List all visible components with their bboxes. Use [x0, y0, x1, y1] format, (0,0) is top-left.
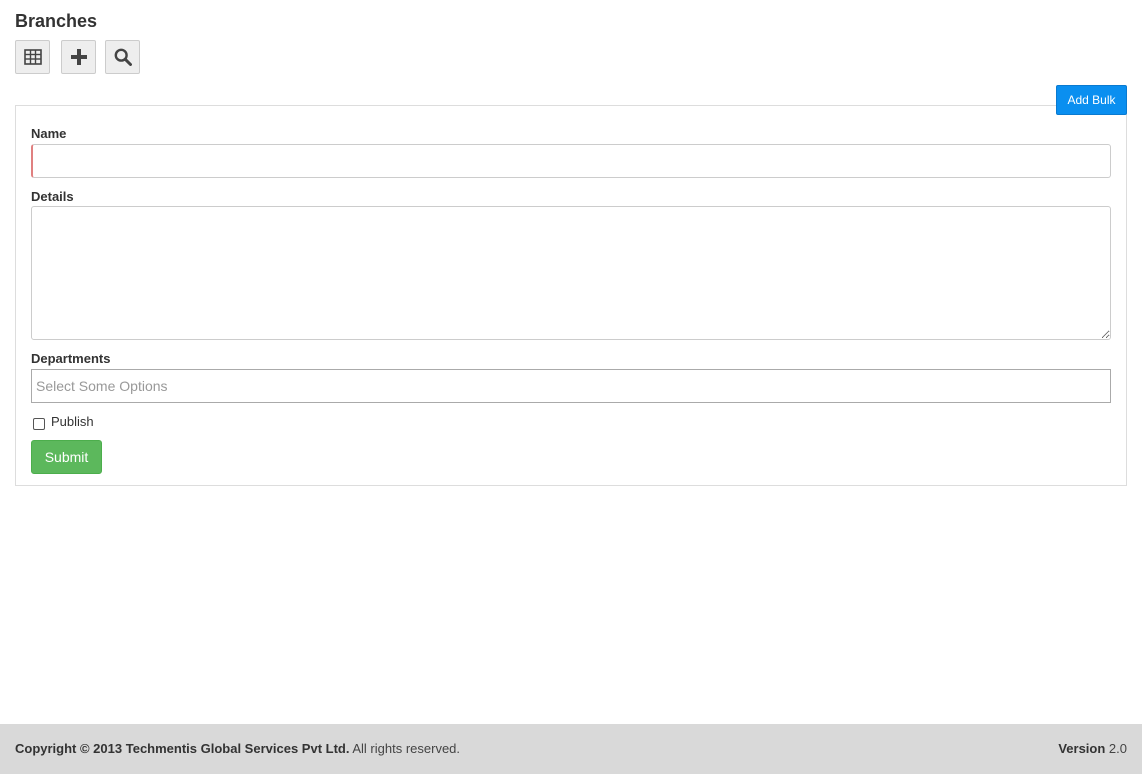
footer-copyright: Copyright © 2013 Techmentis Global Servi…: [15, 741, 460, 757]
company-name: Techmentis Global Services Pvt Ltd.: [125, 741, 350, 756]
publish-row: Publish: [33, 413, 94, 431]
departments-multiselect[interactable]: Select Some Options: [31, 369, 1111, 403]
publish-checkbox[interactable]: [33, 417, 45, 430]
search-button[interactable]: [105, 40, 140, 74]
publish-label: Publish: [51, 414, 94, 429]
name-input[interactable]: [31, 144, 1111, 178]
add-bulk-button[interactable]: Add Bulk: [1056, 85, 1127, 115]
footer-version: Version 2.0: [1058, 741, 1127, 757]
footer: Copyright © 2013 Techmentis Global Servi…: [0, 724, 1142, 774]
submit-button[interactable]: Submit: [31, 440, 102, 474]
add-button[interactable]: [61, 40, 96, 74]
name-label: Name: [31, 126, 67, 141]
details-textarea[interactable]: [31, 206, 1111, 340]
version-label: Version: [1058, 741, 1106, 756]
version-value: 2.0: [1108, 741, 1127, 756]
page-title: Branches: [15, 11, 98, 31]
plus-icon: [70, 49, 87, 65]
branch-form: Name Details Departments Select Some Opt…: [15, 105, 1127, 486]
departments-label: Departments: [31, 351, 111, 366]
details-label: Details: [31, 189, 74, 204]
search-icon: [114, 48, 132, 66]
rights-text: All rights reserved.: [352, 741, 461, 756]
table-icon: [23, 49, 42, 65]
departments-placeholder: Select Some Options: [36, 378, 168, 394]
copyright-prefix: Copyright © 2013: [15, 741, 123, 756]
list-view-button[interactable]: [15, 40, 50, 74]
